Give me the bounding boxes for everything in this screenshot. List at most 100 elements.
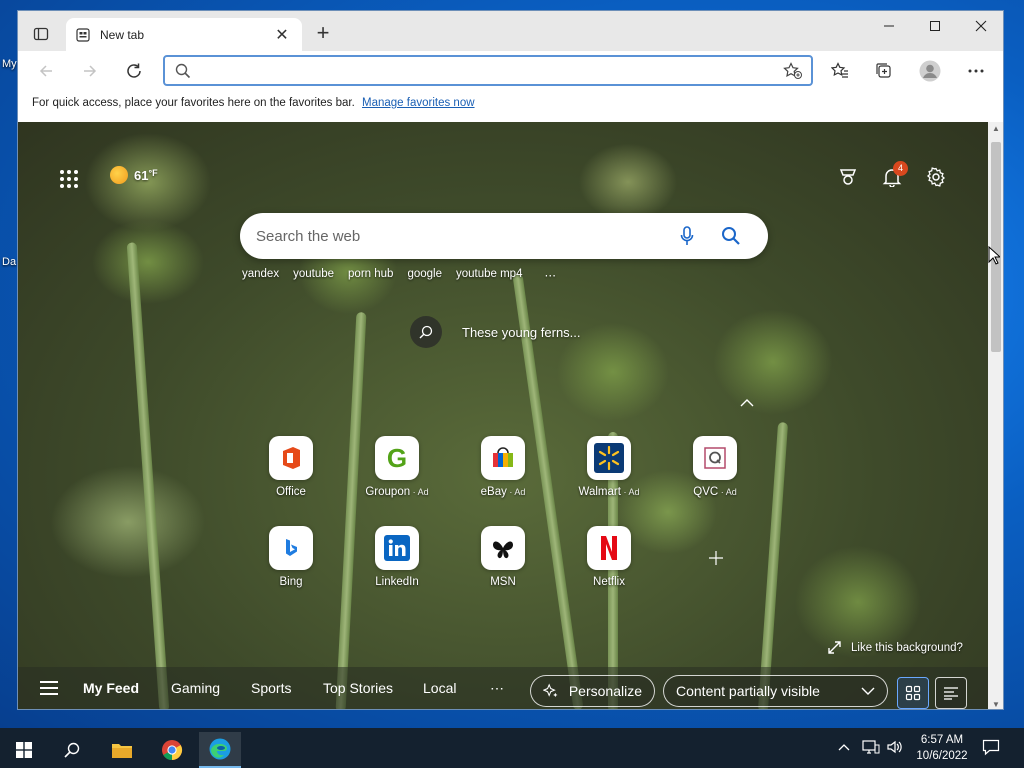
taskbar-chrome[interactable] <box>151 732 193 768</box>
windows-logo-icon <box>16 742 32 758</box>
search-icon[interactable] <box>720 225 742 247</box>
quick-link-qvc[interactable]: QVC · Ad <box>675 436 755 498</box>
web-search-box[interactable] <box>240 213 768 259</box>
vertical-scrollbar[interactable]: ▲ ▼ <box>988 122 1003 709</box>
quick-link-linkedin[interactable]: LinkedIn <box>357 526 437 588</box>
desktop-icon-label[interactable]: My <box>2 58 17 70</box>
show-hidden-icons-chevron-icon[interactable] <box>838 739 850 754</box>
tab-actions-icon[interactable] <box>26 21 56 47</box>
feed-tab-gaming[interactable]: Gaming <box>171 680 220 696</box>
feed-tab-sports[interactable]: Sports <box>251 680 291 696</box>
favorites-button[interactable] <box>826 59 854 83</box>
scroll-up-arrow-icon[interactable]: ▲ <box>988 124 1003 133</box>
feed-tab-top-stories[interactable]: Top Stories <box>323 680 393 696</box>
add-quick-link-button[interactable] <box>700 542 732 574</box>
quick-link-walmart[interactable]: Walmart · Ad <box>569 436 649 498</box>
list-layout-button[interactable] <box>935 677 967 709</box>
grid-icon <box>905 685 921 701</box>
notifications-bell-icon[interactable]: 4 <box>879 161 908 190</box>
tile-label: eBay <box>480 486 507 498</box>
quick-link-bing[interactable]: Bing <box>251 526 331 588</box>
taskbar-search-button[interactable] <box>51 732 93 768</box>
web-search-input[interactable] <box>256 225 656 247</box>
quick-link-groupon[interactable]: G Groupon · Ad <box>357 436 437 498</box>
new-tab-button[interactable]: + <box>310 21 336 47</box>
rewards-icon[interactable] <box>835 164 861 190</box>
quick-link-msn[interactable]: MSN <box>463 526 543 588</box>
trending-search-item[interactable]: youtube mp4 <box>456 268 523 282</box>
profile-avatar[interactable] <box>916 59 944 83</box>
tab-close-icon[interactable]: ✕ <box>272 25 292 45</box>
address-bar[interactable] <box>163 55 813 86</box>
forward-button[interactable] <box>76 59 104 83</box>
close-window-button[interactable] <box>958 11 1003 41</box>
collapse-tiles-chevron-icon[interactable] <box>740 394 754 410</box>
background-search-icon[interactable] <box>410 316 442 348</box>
favorites-bar-hint: For quick access, place your favorites h… <box>32 97 355 109</box>
volume-icon[interactable] <box>886 739 902 758</box>
like-background-button[interactable]: Like this background? <box>828 641 963 654</box>
scroll-down-arrow-icon[interactable]: ▼ <box>988 700 1003 709</box>
trending-search-item[interactable]: porn hub <box>348 268 393 282</box>
minimize-button[interactable] <box>866 11 912 41</box>
chevron-down-icon <box>861 687 875 695</box>
office-icon <box>269 436 313 480</box>
collections-button[interactable] <box>870 59 898 83</box>
quick-link-netflix[interactable]: Netflix <box>569 526 649 588</box>
background-caption[interactable]: These young ferns... <box>462 325 581 340</box>
feed-tab-local[interactable]: Local <box>423 680 456 696</box>
refresh-button[interactable] <box>120 59 148 83</box>
new-tab-page-icon <box>76 27 90 42</box>
trending-searches: yandex youtube porn hub google youtube m… <box>242 268 570 282</box>
groupon-icon: G <box>375 436 419 480</box>
trending-search-item[interactable]: youtube <box>293 268 334 282</box>
address-input[interactable] <box>199 61 759 81</box>
grid-layout-button[interactable] <box>897 677 929 709</box>
quick-link-ebay[interactable]: eBay · Ad <box>463 436 543 498</box>
manage-favorites-link[interactable]: Manage favorites now <box>362 97 475 109</box>
ad-label: · Ad <box>718 487 737 497</box>
personalize-label: Personalize <box>568 683 642 699</box>
feed-more-icon[interactable]: ⋯ <box>490 680 504 697</box>
trending-more-icon[interactable]: ⋯ <box>544 268 556 282</box>
personalize-button[interactable]: Personalize <box>530 675 655 707</box>
tile-label: Office <box>276 486 306 498</box>
feed-tab-my-feed[interactable]: My Feed <box>83 680 139 696</box>
browser-toolbar <box>18 51 1003 91</box>
tile-label: QVC <box>693 486 719 498</box>
taskbar-clock[interactable]: 6:57 AM 10/6/2022 <box>912 732 972 764</box>
netflix-icon <box>587 526 631 570</box>
clock-time: 6:57 AM <box>920 734 964 746</box>
weather-unit: °F <box>148 168 158 178</box>
back-button[interactable] <box>32 59 60 83</box>
settings-more-icon[interactable] <box>962 59 990 83</box>
tile-label: Bing <box>279 576 303 588</box>
tile-label: LinkedIn <box>375 576 419 588</box>
weather-widget[interactable]: 61 °F <box>110 166 158 184</box>
network-icon[interactable] <box>862 739 880 758</box>
tab-title: New tab <box>100 27 145 42</box>
tab-new-tab[interactable]: New tab ✕ <box>66 18 302 51</box>
edge-icon <box>209 738 231 760</box>
trending-search-item[interactable]: google <box>407 268 442 282</box>
quick-link-office[interactable]: Office <box>251 436 331 498</box>
desktop-icon-label[interactable]: Da <box>2 256 16 268</box>
microphone-icon[interactable] <box>676 225 698 247</box>
background-info[interactable]: These young ferns... <box>410 316 581 348</box>
content-visibility-dropdown[interactable]: Content partially visible <box>663 675 888 707</box>
start-button[interactable] <box>3 732 45 768</box>
action-center-notification-icon[interactable] <box>982 738 1000 759</box>
mouse-cursor-icon <box>988 246 1000 265</box>
page-settings-gear-icon[interactable] <box>923 164 949 190</box>
menu-hamburger-icon[interactable] <box>40 681 58 695</box>
add-favorite-icon[interactable] <box>783 62 803 80</box>
new-tab-page: 61 °F 4 yandex youtube porn hub googl <box>18 122 988 709</box>
trending-search-item[interactable]: yandex <box>242 268 279 282</box>
qvc-icon <box>693 436 737 480</box>
bing-icon <box>269 526 313 570</box>
taskbar-edge[interactable] <box>199 732 241 768</box>
apps-launcher-icon[interactable] <box>58 168 80 190</box>
like-background-label: Like this background? <box>851 641 963 654</box>
maximize-button[interactable] <box>912 11 958 41</box>
taskbar-file-explorer[interactable] <box>101 732 143 768</box>
